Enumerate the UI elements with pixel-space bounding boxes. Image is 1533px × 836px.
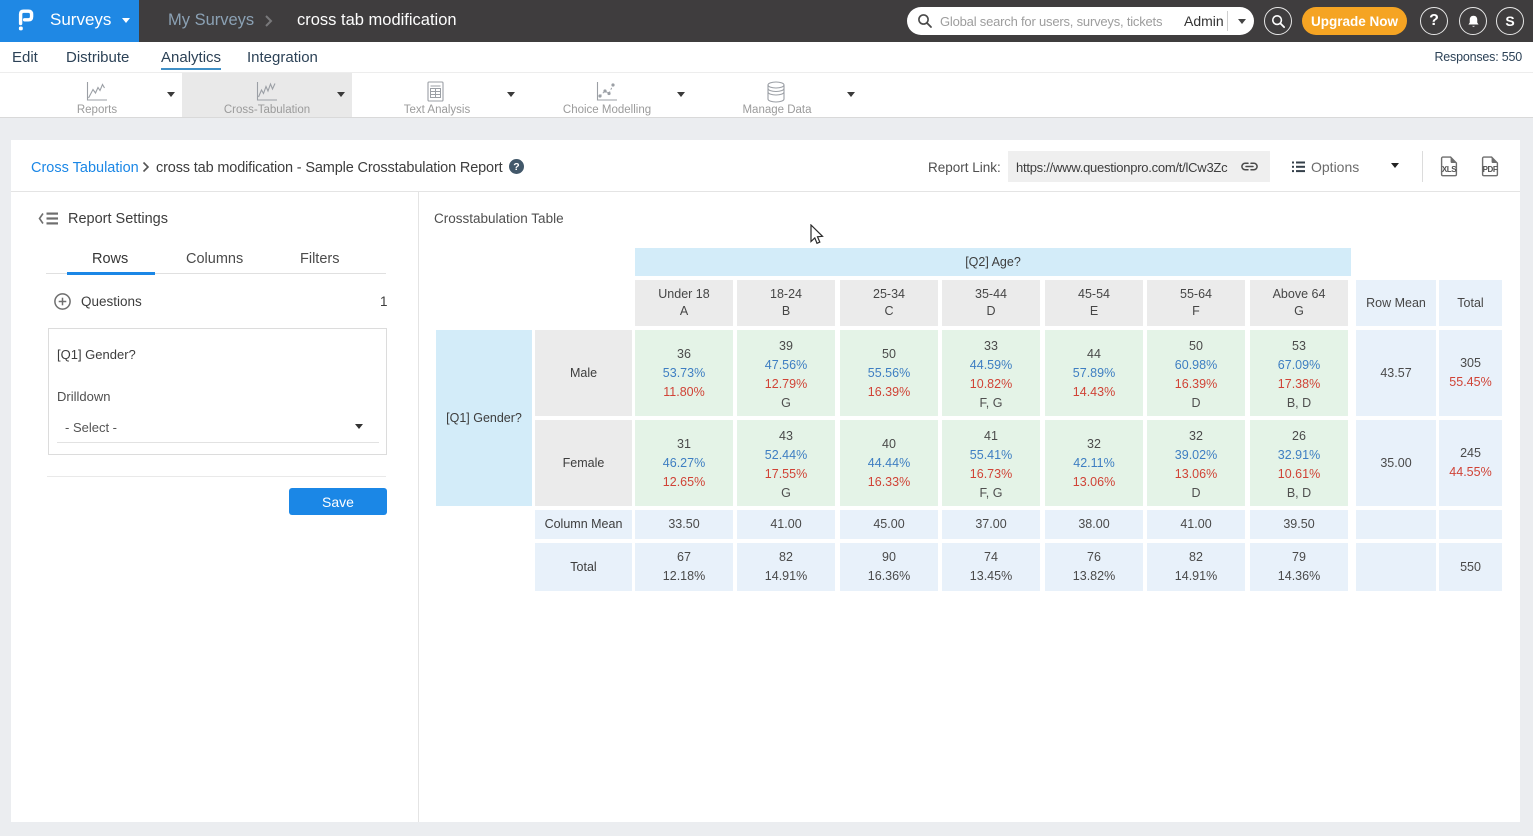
svg-text:XLS: XLS [1442,165,1457,174]
svg-text:PDF: PDF [1483,165,1498,174]
